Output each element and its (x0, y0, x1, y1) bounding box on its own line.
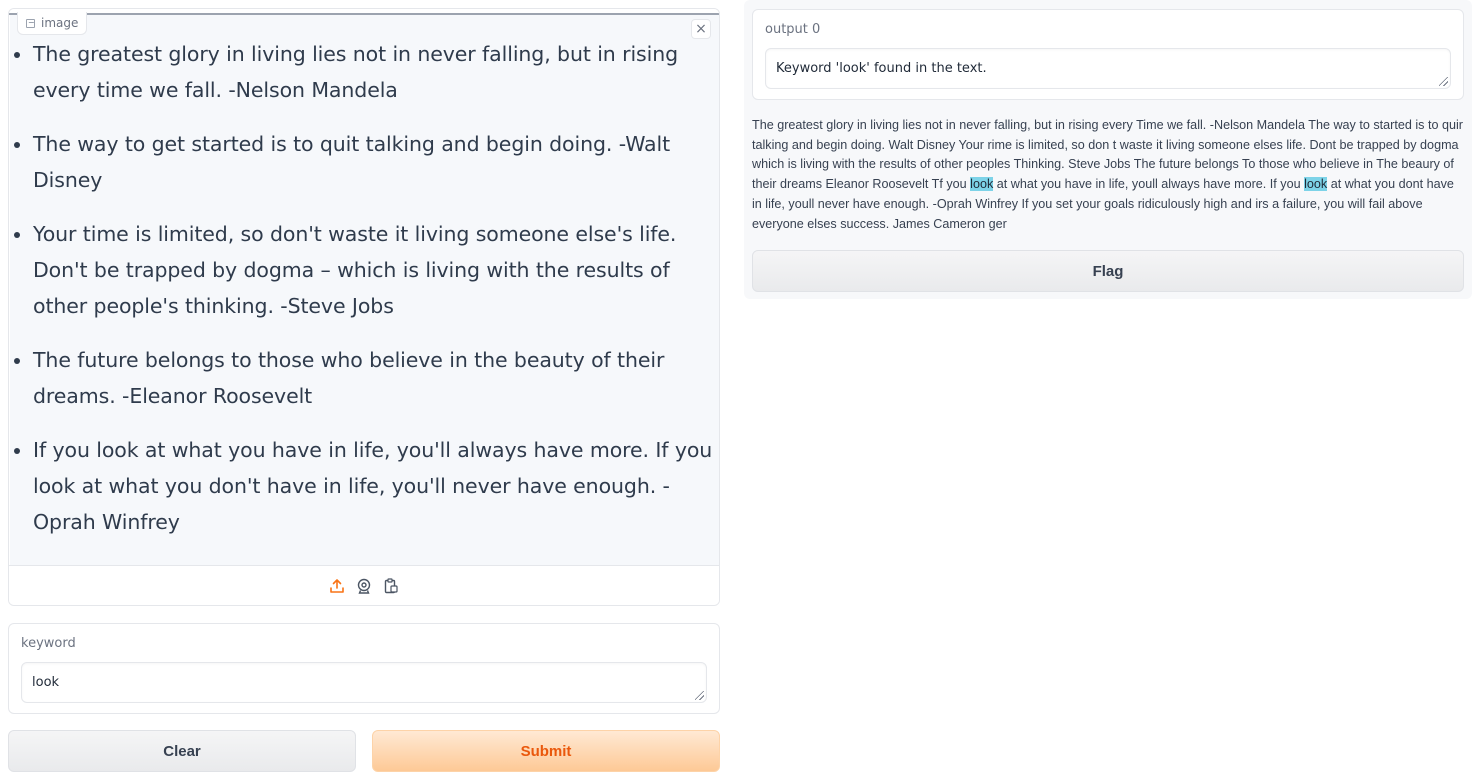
flag-button[interactable]: Flag (752, 250, 1464, 292)
keyword-highlight: look (1304, 177, 1328, 192)
quote-list: The greatest glory in living lies not in… (33, 36, 713, 567)
clipboard-icon[interactable] (383, 577, 400, 594)
image-source-toolbar (9, 565, 719, 605)
highlighted-text-middle: at what you have in life, youll always h… (993, 177, 1305, 192)
highlighted-text: The greatest glory in living lies not in… (752, 116, 1466, 234)
keyword-input[interactable]: look (21, 662, 707, 703)
image-icon (26, 18, 35, 28)
output-label: output 0 (765, 22, 821, 37)
clear-button[interactable]: Clear (8, 730, 356, 772)
quote-item: If you look at what you have in life, yo… (33, 432, 713, 540)
submit-button[interactable]: Submit (372, 730, 720, 772)
resize-handle-icon[interactable] (695, 691, 704, 700)
image-label-tag: image (17, 12, 88, 35)
image-label-text: image (41, 16, 79, 30)
quote-item: The greatest glory in living lies not in… (33, 36, 713, 108)
output-value: Keyword 'look' found in the text. (776, 61, 987, 76)
output-block: output 0 Keyword 'look' found in the tex… (752, 9, 1464, 100)
image-input-panel: image × The greatest glory in living lie… (8, 8, 720, 606)
keyword-label: keyword (21, 636, 76, 651)
quote-item: The way to get started is to quit talkin… (33, 126, 713, 198)
quote-item: Your time is limited, so don't waste it … (33, 216, 713, 324)
keyword-highlight: look (970, 177, 994, 192)
resize-handle-icon[interactable] (1439, 77, 1448, 86)
keyword-value: look (32, 675, 60, 690)
output-panel: output 0 Keyword 'look' found in the tex… (744, 0, 1472, 299)
app: image × The greatest glory in living lie… (0, 0, 1472, 779)
quote-item: The future belongs to those who believe … (33, 342, 713, 414)
keyword-block: keyword look (8, 623, 720, 714)
output-textbox[interactable]: Keyword 'look' found in the text. (765, 48, 1451, 89)
webcam-icon[interactable] (356, 577, 373, 594)
close-icon[interactable]: × (691, 19, 711, 39)
upload-icon[interactable] (329, 577, 346, 594)
image-preview: The greatest glory in living lies not in… (10, 15, 719, 567)
